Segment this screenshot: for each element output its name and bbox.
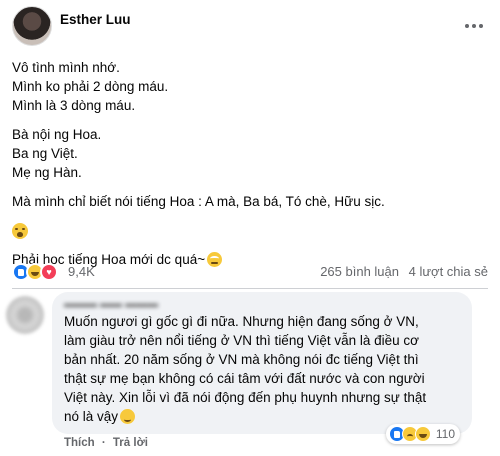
post-paragraph: Bà nội ng Hoa. Ba ng Việt. Mẹ ng Hàn. [12, 125, 488, 182]
post-stats: 265 bình luận 4 lượt chia sẻ [314, 264, 488, 279]
comment-reply-button[interactable]: Trả lời [113, 437, 148, 449]
post-paragraph: Vô tình mình nhớ. Mình ko phải 2 dòng má… [12, 58, 488, 115]
comment-line: Muốn ngươi gì gốc gì đi nữa. Nhưng hiện … [64, 314, 419, 329]
post-line: Ba ng Việt. [12, 146, 78, 161]
reaction-count[interactable]: 9,4K [68, 264, 95, 279]
emoji-line [12, 221, 488, 240]
comment-count[interactable]: 265 bình luận [320, 264, 399, 279]
comment-line: nó là vậy [64, 409, 119, 424]
comment-line: Việt này. Xin lỗi vì đã nói động đến phụ… [64, 390, 427, 405]
post-line: Mẹ ng Hàn. [12, 165, 82, 180]
post-line: Bà nội ng Hoa. [12, 127, 102, 142]
comment-actions: Thích · Trả lời [64, 437, 152, 449]
author-avatar[interactable] [12, 6, 52, 46]
post-header: Esther Luu [12, 6, 488, 48]
divider [12, 288, 488, 289]
love-reaction-icon: ♥ [40, 263, 58, 281]
comment-reaction-count: 110 [435, 427, 455, 441]
reaction-summary: ♥ 9,4K 265 bình luận 4 lượt chia sẻ [12, 263, 488, 281]
commenter-avatar[interactable] [6, 296, 44, 334]
comment-like-button[interactable]: Thích [64, 437, 95, 449]
reaction-icons[interactable]: ♥ [12, 263, 58, 281]
post-line: Mình ko phải 2 dòng máu. [12, 79, 169, 94]
comment-bubble: ▬▬▬ ▬▬ ▬▬▬ Muốn ngươi gì gốc gì đi nữa. … [52, 292, 472, 444]
post-paragraph: Mà mình chỉ biết nói tiếng Hoa : A mà, B… [12, 192, 488, 211]
commenter-name-blurred[interactable]: ▬▬▬ ▬▬ ▬▬▬ [64, 297, 460, 311]
comment-line: làm giàu trở nên nổi tiếng ở VN thì tiến… [64, 333, 420, 348]
post-line: Mình là 3 dòng máu. [12, 98, 136, 113]
post-line: Vô tình mình nhớ. [12, 60, 120, 75]
sob-emoji-icon [12, 223, 28, 240]
comment-line: bản nhất. 20 năm sống ở VN mà không nói … [64, 352, 419, 367]
haha-reaction-icon [414, 426, 431, 442]
smile-emoji-icon [120, 409, 136, 424]
post-body: Vô tình mình nhớ. Mình ko phải 2 dòng má… [12, 58, 488, 279]
comment-text: Muốn ngươi gì gốc gì đi nữa. Nhưng hiện … [64, 312, 460, 426]
more-options-icon[interactable] [460, 18, 488, 34]
post-line: Mà mình chỉ biết nói tiếng Hoa : A mà, B… [12, 194, 385, 209]
separator: · [101, 437, 106, 449]
author-name[interactable]: Esther Luu [60, 12, 131, 27]
comment-line: thật sự mẹ bạn không có cái tâm với đất … [64, 371, 425, 386]
comment-reactions[interactable]: 110 [385, 424, 460, 444]
share-count[interactable]: 4 lượt chia sẻ [409, 264, 488, 279]
